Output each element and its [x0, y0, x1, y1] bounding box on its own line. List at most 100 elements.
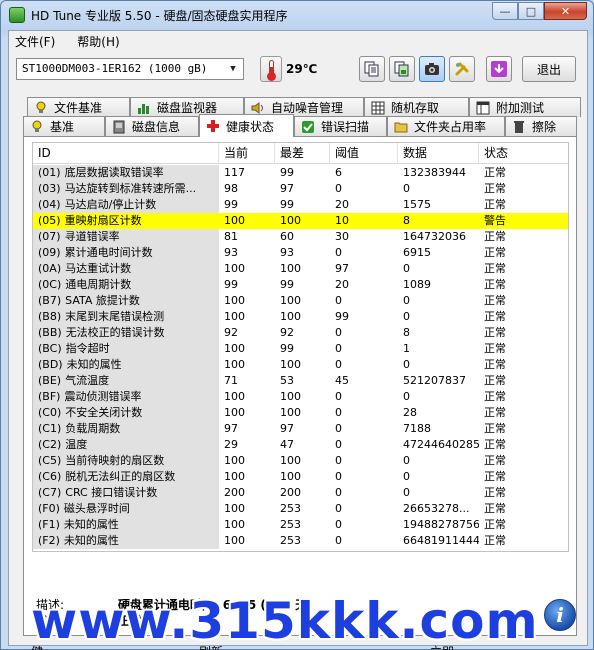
- table-row[interactable]: (C1) 负载周期数 97 97 0 7188 正常: [33, 421, 568, 437]
- app-icon: [9, 7, 25, 23]
- cell-id: (0C) 通电周期计数: [33, 277, 219, 293]
- menu-help[interactable]: 帮助(H): [77, 33, 119, 50]
- table-row[interactable]: (C5) 当前待映射的扇区数 100 100 0 0 正常: [33, 453, 568, 469]
- column-header-status[interactable]: 状态: [479, 143, 568, 164]
- table-row[interactable]: (C7) CRC 接口错误计数 200 200 0 0 正常: [33, 485, 568, 501]
- save-button[interactable]: [486, 56, 512, 82]
- thermometer-icon: [260, 56, 282, 82]
- cell-current: 100: [219, 213, 275, 229]
- table-row[interactable]: (09) 累计通电时间计数 93 93 0 6915 正常: [33, 245, 568, 261]
- table-row[interactable]: (0A) 马达重试计数 100 100 97 0 正常: [33, 261, 568, 277]
- tab-disk-info[interactable]: 磁盘信息: [105, 116, 199, 136]
- column-header-worst[interactable]: 最差: [275, 143, 330, 164]
- cell-threshold: 0: [335, 326, 342, 339]
- attribute-code: (F0): [38, 502, 60, 515]
- cell-threshold: 30: [335, 230, 349, 243]
- table-row[interactable]: (BF) 震动侦测错误率 100 100 0 0 正常: [33, 389, 568, 405]
- temperature-readout: 29℃: [286, 62, 318, 76]
- immediate-button[interactable]: 立即: [430, 643, 454, 650]
- column-header-threshold[interactable]: 阈值: [330, 143, 398, 164]
- tab-erase[interactable]: 擦除: [505, 116, 577, 136]
- refresh-button[interactable]: 刷新: [199, 643, 223, 650]
- cell-data: 26653278...: [403, 502, 470, 515]
- table-row[interactable]: (B7) SATA 旅提计数 100 100 0 0 正常: [33, 293, 568, 309]
- table-row[interactable]: (F0) 磁头悬浮时间 100 253 0 26653278... 正常: [33, 501, 568, 517]
- client-area: 文件(F) 帮助(H) ST1000DM003-1ER162 (1000 gB)…: [8, 30, 588, 650]
- table-row[interactable]: (C0) 不安全关闭计数 100 100 0 28 正常: [33, 405, 568, 421]
- tab-benchmark[interactable]: 基准: [23, 116, 105, 136]
- copy-screenshot-button[interactable]: [389, 56, 415, 82]
- copy-text-button[interactable]: [359, 56, 385, 82]
- table-row[interactable]: (05) 重映射扇区计数 100 100 10 8 警告: [33, 213, 568, 229]
- tab-random-access[interactable]: 随机存取: [364, 97, 469, 117]
- lightbulb-icon: [30, 120, 44, 134]
- tab-folder-usage[interactable]: 文件夹占用率: [387, 116, 505, 136]
- cell-current: 100: [224, 534, 245, 547]
- cell-id: (C6) 脱机无法纠正的扇区数: [33, 469, 219, 485]
- cell-threshold: 45: [335, 374, 349, 387]
- cell-threshold: 0: [335, 438, 342, 451]
- cell-id: (03) 马达旋转到标准转速所需...: [33, 181, 219, 197]
- table-row[interactable]: (0C) 通电周期计数 99 99 20 1089 正常: [33, 277, 568, 293]
- cell-worst: 60: [280, 230, 294, 243]
- info-icon[interactable]: i: [544, 599, 576, 631]
- cell-current: 100: [224, 262, 245, 275]
- drive-select[interactable]: ST1000DM003-1ER162 (1000 gB) ▼: [16, 58, 244, 80]
- cell-id: (C2) 温度: [33, 437, 219, 453]
- cell-worst: 100: [280, 454, 301, 467]
- cell-worst: 253: [280, 518, 301, 531]
- drive-select-value: ST1000DM003-1ER162 (1000 gB): [22, 62, 208, 75]
- cell-status: 正常: [484, 502, 506, 515]
- settings-button[interactable]: [449, 56, 475, 82]
- cell-status: 正常: [484, 390, 506, 403]
- table-row[interactable]: (F1) 未知的属性 100 253 0 19488278756 正常: [33, 517, 568, 533]
- cell-worst: 100: [280, 406, 301, 419]
- bar-chart-icon: [137, 101, 151, 115]
- exit-button[interactable]: 退出: [522, 56, 576, 82]
- cell-current: 100: [224, 406, 245, 419]
- tab-file-benchmark[interactable]: 文件基准: [27, 97, 130, 117]
- table-row[interactable]: (F2) 未知的属性 100 253 0 66481911444 正常: [33, 533, 568, 549]
- camera-button[interactable]: [419, 56, 445, 82]
- table-row[interactable]: (04) 马达启动/停止计数 99 99 20 1575 正常: [33, 197, 568, 213]
- cell-data: 28: [403, 406, 417, 419]
- column-header-id[interactable]: ID: [33, 143, 219, 164]
- dropdown-arrow-icon[interactable]: ▼: [225, 61, 241, 77]
- table-row[interactable]: (BE) 气流温度 71 53 45 521207837 正常: [33, 373, 568, 389]
- table-row[interactable]: (03) 马达旋转到标准转速所需... 98 97 0 0 正常: [33, 181, 568, 197]
- cell-worst: 100: [280, 294, 301, 307]
- tab-error-scan[interactable]: 错误扫描: [294, 116, 387, 136]
- table-row[interactable]: (01) 底层数据读取错误率 117 99 6 132383944 正常: [33, 165, 568, 181]
- cell-worst: 200: [280, 486, 301, 499]
- table-row[interactable]: (BD) 未知的属性 100 100 0 0 正常: [33, 357, 568, 373]
- attribute-name: 马达重试计数: [65, 262, 132, 275]
- cell-data: 521207837: [403, 374, 466, 387]
- cell-current: 100: [224, 470, 245, 483]
- minimize-button[interactable]: —: [492, 2, 518, 20]
- cell-id: (05) 重映射扇区计数: [33, 213, 219, 229]
- table-row[interactable]: (B8) 末尾到末尾错误检测 100 100 99 0 正常: [33, 309, 568, 325]
- column-header-current[interactable]: 当前: [219, 143, 275, 164]
- table-row[interactable]: (C6) 脱机无法纠正的扇区数 100 100 0 0 正常: [33, 469, 568, 485]
- attribute-code: (C2): [38, 438, 62, 451]
- column-header-data[interactable]: 数据: [398, 143, 479, 164]
- cell-status: 正常: [484, 198, 506, 211]
- close-button[interactable]: ✕: [544, 2, 587, 20]
- cell-worst: 100: [280, 310, 301, 323]
- cell-worst: 99: [280, 166, 294, 179]
- cell-data: 0: [403, 294, 410, 307]
- table-row[interactable]: (BC) 指令超时 100 99 0 1 正常: [33, 341, 568, 357]
- table-row[interactable]: (07) 寻道错误率 81 60 30 164732036 正常: [33, 229, 568, 245]
- cell-data: 0: [403, 310, 410, 323]
- table-row[interactable]: (C2) 温度 29 47 0 47244640285 正常: [33, 437, 568, 453]
- cell-current: 92: [224, 326, 238, 339]
- maximize-button[interactable]: □: [518, 2, 544, 20]
- tab-health[interactable]: 健康状态: [199, 114, 294, 137]
- cell-data: 7188: [403, 422, 431, 435]
- smart-attributes-table[interactable]: ID 当前 最差 阈值 数据 状态 (01) 底层数据读取错误率 117 99 6 132…: [32, 142, 569, 552]
- table-row[interactable]: (BB) 无法校正的错误计数 92 92 0 8 正常: [33, 325, 568, 341]
- tab-extra-tests[interactable]: 附加测试: [469, 97, 581, 117]
- cell-status: 正常: [484, 438, 506, 451]
- menu-file[interactable]: 文件(F): [15, 33, 55, 50]
- cell-data: 1575: [403, 198, 431, 211]
